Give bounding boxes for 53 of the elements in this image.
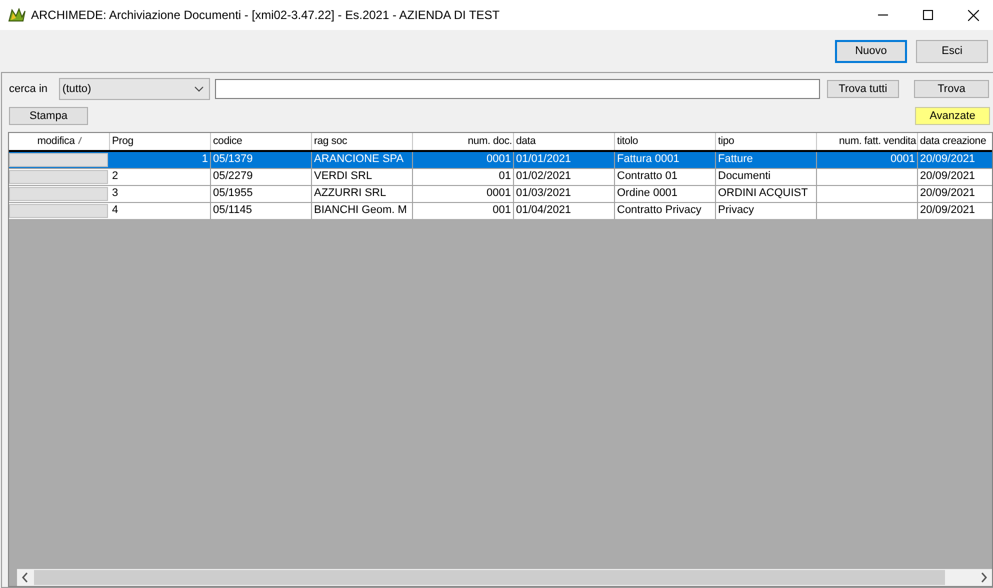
find-all-button[interactable]: Trova tutti [826,80,899,98]
table-row[interactable]: 2 05/2279 VERDI SRL 01 01/02/2021 Contratto 01 Documenti 20/09/2021 [9,168,992,185]
table-cell: 0001 [486,153,511,165]
app-logo-icon [8,8,26,22]
table-cell: 2 [112,170,118,182]
table-cell: AZZURRI SRL [314,187,386,199]
table-cell: 0001 [486,187,511,199]
table-row[interactable]: 3 05/1955 AZZURRI SRL 0001 01/03/2021 Ordine 0001 ORDINI ACQUIST 20/09/2021 [9,185,992,202]
table-cell: ARANCIONE SPA [314,153,404,165]
table-cell: 01 [498,170,511,182]
search-label: cerca in [9,83,49,95]
find-button[interactable]: Trova [914,80,989,98]
table-cell: 01/02/2021 [516,170,572,182]
table-cell: Documenti [718,170,771,182]
table-cell: 1 [202,153,208,165]
table-cell: 20/09/2021 [920,170,976,182]
table-cell: 20/09/2021 [920,204,976,216]
table-cell: Fattura 0001 [617,153,680,165]
table-row[interactable]: 1 05/1379 ARANCIONE SPA 0001 01/01/2021 Fattura 0001 Fatture 0001 20/09/2021 [9,150,992,168]
table-cell: Contratto 01 [617,170,678,182]
horizontal-scrollbar[interactable] [17,568,992,586]
chevron-icon [194,86,204,92]
new-button[interactable]: Nuovo [835,40,907,62]
table-cell: 4 [112,204,118,216]
table-cell: Fatture [718,153,753,165]
scope-dropdown[interactable]: (tutto) [59,78,210,100]
table-cell: Contratto Privacy [617,204,702,216]
table-cell: BIANCHI Geom. M [314,204,407,216]
table-cell: 01/04/2021 [516,204,572,216]
table-cell: ORDINI ACQUIST [718,187,808,199]
table-row[interactable]: 4 05/1145 BIANCHI Geom. M 001 01/04/2021 Contratto Privacy Privacy 20/09/2021 [9,202,992,219]
table-cell: 20/09/2021 [920,153,976,165]
exit-button[interactable]: Esci [916,40,988,62]
table-cell: VERDI SRL [314,170,372,182]
search-field[interactable] [214,79,820,99]
table-cell: Ordine 0001 [617,187,678,199]
table-cell: 05/1379 [213,153,253,165]
table-cell: 01/01/2021 [516,153,572,165]
close-icon[interactable] [968,10,979,20]
table-cell: 05/1955 [213,187,253,199]
table-cell: 05/1145 [213,204,252,216]
advanced-button[interactable]: Avanzate [915,106,990,124]
table-cell: 001 [492,204,511,216]
table-cell: 05/2279 [213,170,253,182]
table-cell: 01/03/2021 [516,187,572,199]
print-button[interactable]: Stampa [9,106,88,124]
scroll-thumb[interactable] [34,570,945,585]
table-cell: 20/09/2021 [920,187,976,199]
table-cell: Privacy [718,204,754,216]
table-cell: 0001 [890,153,915,165]
table-cell: 3 [112,187,118,199]
window-title: ARCHIMEDE: Archiviazione Documenti - [xmi02-3.47.22] - Es.2021 - AZIENDA DI TEST [31,8,501,22]
maximize-icon[interactable] [923,10,933,20]
